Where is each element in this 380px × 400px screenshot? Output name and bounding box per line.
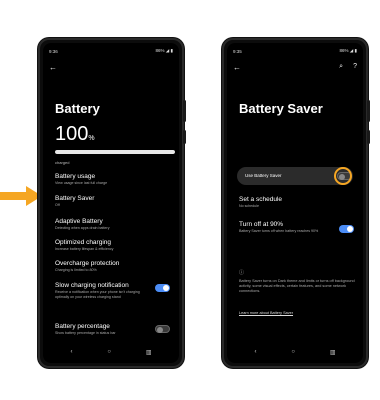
slow-charging-toggle[interactable] [155,284,170,292]
back-arrow-icon[interactable]: ← [233,63,241,72]
use-battery-saver-row[interactable]: Use Battery Saver [237,167,353,185]
charged-label: charged [55,160,70,165]
nav-bar: ‹ ○ ▥ [237,347,353,357]
phone-right: 9:35 86% ◢ ▮ ← ⌕ ? Battery Saver Use Bat… [222,38,370,368]
battery-level-bar [55,150,175,154]
recents-icon[interactable]: ▥ [330,349,336,356]
status-bar: 9:35 86% ◢ ▮ [233,47,357,55]
recents-icon[interactable]: ▥ [146,349,152,356]
info-icon: ⓘ [239,270,245,276]
learn-more-link[interactable]: Learn more about Battery Saver [239,311,293,315]
status-time: 9:36 [49,48,58,54]
battery-saver-screen: 9:35 86% ◢ ▮ ← ⌕ ? Battery Saver Use Bat… [227,43,363,363]
back-icon[interactable]: ‹ [70,349,72,355]
highlight-circle [334,167,352,185]
adaptive-battery-item[interactable]: Adaptive Battery Detecting when apps dra… [55,218,175,231]
search-icon[interactable]: ⌕ [339,63,343,71]
turn-off-at-90-toggle[interactable] [339,225,354,233]
battery-usage-item[interactable]: Battery usage View usage since last full… [55,173,175,186]
overcharge-protection-item[interactable]: Overcharge protection Charging is limite… [55,260,175,273]
nav-bar: ‹ ○ ▥ [53,347,169,357]
battery-screen: 9:36 86% ◢ ▮ ← Battery 100% charged Batt… [43,43,179,363]
page-title: Battery [55,101,100,116]
help-icon[interactable]: ? [353,63,357,70]
back-arrow-icon[interactable]: ← [49,63,57,72]
status-icons: 86% ◢ ▮ [155,48,173,53]
status-icons: 86% ◢ ▮ [339,48,357,53]
home-icon[interactable]: ○ [291,349,295,355]
battery-percentage-item[interactable]: Battery percentage Show battery percenta… [55,323,150,336]
home-icon[interactable]: ○ [107,349,111,355]
battery-level-fill [55,150,175,154]
battery-percentage-toggle[interactable] [155,325,170,333]
battery-saver-item[interactable]: Battery Saver Off [55,195,175,208]
pointer-arrow-icon [0,186,42,206]
status-time: 9:35 [233,48,242,54]
phone-left: 9:36 86% ◢ ▮ ← Battery 100% charged Batt… [38,38,186,368]
battery-level: 100% [55,123,95,145]
back-icon[interactable]: ‹ [254,349,256,355]
slow-charging-notification-item[interactable]: Slow charging notification Receive a not… [55,282,150,300]
optimized-charging-item[interactable]: Optimized charging Increase battery life… [55,239,175,252]
turn-off-at-90-item[interactable]: Turn off at 90% Battery Saver turns off … [239,221,331,234]
page-title: Battery Saver [239,101,323,116]
battery-saver-footnote: Battery Saver turns on Dark theme and li… [239,279,355,294]
status-bar: 9:36 86% ◢ ▮ [49,47,173,55]
use-battery-saver-label: Use Battery Saver [245,173,282,178]
set-schedule-item[interactable]: Set a schedule No schedule [239,196,359,209]
